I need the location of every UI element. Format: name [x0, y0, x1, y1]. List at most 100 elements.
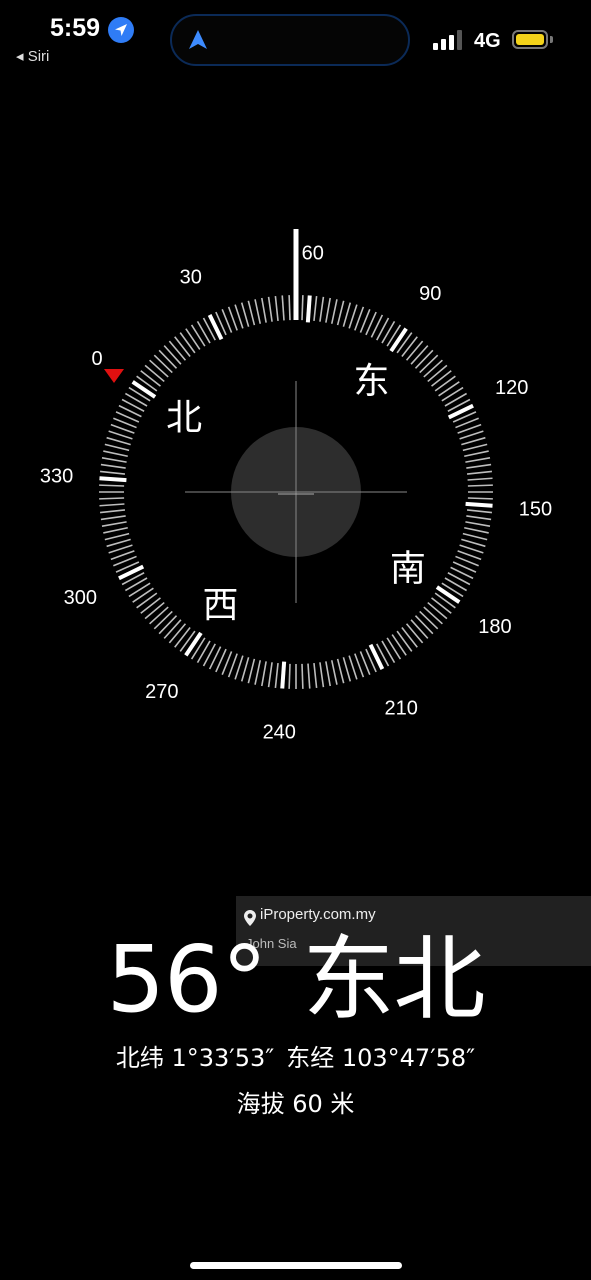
- compass-tick: [99, 470, 126, 475]
- home-indicator[interactable]: [190, 1262, 402, 1269]
- compass-tick: [274, 662, 279, 689]
- battery-icon: [512, 30, 548, 49]
- compass-tick: [342, 657, 352, 682]
- compass-tick: [190, 324, 206, 347]
- cardinal-west: 西: [203, 585, 239, 626]
- compass-tick: [288, 663, 291, 689]
- compass-tick: [132, 587, 154, 603]
- compass-tick: [431, 597, 452, 614]
- compass-tick: [441, 386, 464, 402]
- compass-tick: [368, 643, 385, 670]
- compass-tick: [466, 515, 492, 521]
- compass-tick: [313, 295, 318, 322]
- compass-tick: [240, 657, 250, 682]
- compass-tick: [99, 476, 127, 483]
- compass-tick: [100, 463, 126, 469]
- degree-label: 150: [519, 499, 552, 521]
- compass-tick: [313, 662, 318, 689]
- compass-tick: [158, 349, 178, 369]
- degree-label: 180: [478, 616, 511, 638]
- compass-dial[interactable]: 0 30 60 90 120 150 180 210 240 270 300 330 北 东南西: [0, 200, 591, 760]
- compass-tick: [434, 375, 456, 392]
- compass-tick: [99, 484, 125, 487]
- compass-tick: [389, 327, 408, 353]
- degree-label: 210: [385, 698, 418, 720]
- compass-tick: [247, 658, 256, 684]
- compass-tick: [103, 450, 128, 458]
- compass-tick: [128, 582, 151, 598]
- longitude: 东经 103°47′58″: [286, 1044, 476, 1072]
- compass-tick: [348, 304, 358, 329]
- compass-tick: [106, 538, 131, 548]
- compass-tick: [325, 297, 331, 323]
- compass-tick: [435, 585, 461, 604]
- compass-tick: [459, 430, 484, 440]
- compass-tick: [106, 436, 131, 446]
- compass-tick: [288, 295, 291, 321]
- compass-tick: [319, 662, 325, 688]
- compass-tick: [336, 658, 345, 684]
- compass-tick: [465, 521, 491, 527]
- north-marker: [104, 369, 124, 383]
- compass-tick: [149, 606, 169, 625]
- compass-tick: [419, 610, 439, 630]
- compass-tick: [144, 364, 165, 383]
- compass-tick: [467, 477, 493, 481]
- compass-tick: [330, 660, 338, 685]
- compass-tick: [108, 430, 133, 440]
- degree-label: 330: [40, 465, 73, 487]
- compass-tick: [461, 538, 486, 548]
- compass-tick: [103, 526, 128, 534]
- compass-tick: [301, 295, 304, 321]
- latitude: 北纬 1°33′53″: [115, 1044, 275, 1072]
- compass-tick: [140, 597, 161, 614]
- degree-label: 0: [91, 348, 102, 370]
- compass-tick: [240, 302, 250, 327]
- degree-label: 30: [180, 266, 202, 288]
- compass-tick: [274, 295, 279, 322]
- compass-tick: [391, 634, 407, 656]
- compass-tick: [247, 300, 256, 326]
- compass-tick: [307, 663, 311, 689]
- compass-tick: [464, 526, 489, 534]
- compass-tick: [131, 380, 157, 399]
- compass-tick: [153, 354, 173, 374]
- altitude: 海拔 60 米: [236, 1090, 355, 1118]
- compass-tick: [305, 295, 312, 323]
- compass-tick: [124, 392, 148, 407]
- compass-tick: [405, 340, 424, 361]
- compass-tick: [444, 392, 468, 407]
- compass-tick: [466, 509, 493, 514]
- compass-tick: [267, 296, 273, 322]
- compass-tick: [196, 640, 211, 664]
- compass-tick: [280, 661, 287, 689]
- compass-tick: [158, 615, 178, 635]
- compass-tick: [381, 320, 396, 344]
- coordinates[interactable]: 北纬 1°33′53″ 东经 103°47′58″: [0, 1038, 591, 1073]
- compass-tick: [401, 627, 418, 648]
- compass-tick: [163, 619, 182, 639]
- compass-tick: [234, 304, 244, 329]
- heading-direction: 东北: [302, 926, 486, 1033]
- compass-tick: [168, 340, 187, 361]
- back-to-siri-link[interactable]: ◂ Siri: [16, 47, 49, 65]
- dynamic-island[interactable]: [170, 14, 410, 66]
- compass-tick: [423, 606, 443, 625]
- compass-tick: [267, 662, 273, 688]
- compass-tick: [325, 661, 331, 687]
- compass-tick: [254, 299, 262, 324]
- compass-tick: [423, 359, 443, 378]
- compass-tick: [168, 623, 187, 644]
- compass-tick: [99, 497, 125, 500]
- compass-tick: [281, 295, 285, 321]
- compass-tick: [465, 501, 493, 508]
- compass-tick: [396, 630, 413, 652]
- compass-tick: [459, 544, 484, 554]
- compass-tick: [438, 381, 460, 397]
- degree-label: 300: [64, 587, 97, 609]
- compass-tick: [467, 497, 493, 500]
- compass-tick: [405, 623, 424, 644]
- compass-tick: [419, 354, 439, 374]
- degree-label: 60: [302, 243, 324, 265]
- heading-readout: 56° 东北: [0, 905, 591, 1038]
